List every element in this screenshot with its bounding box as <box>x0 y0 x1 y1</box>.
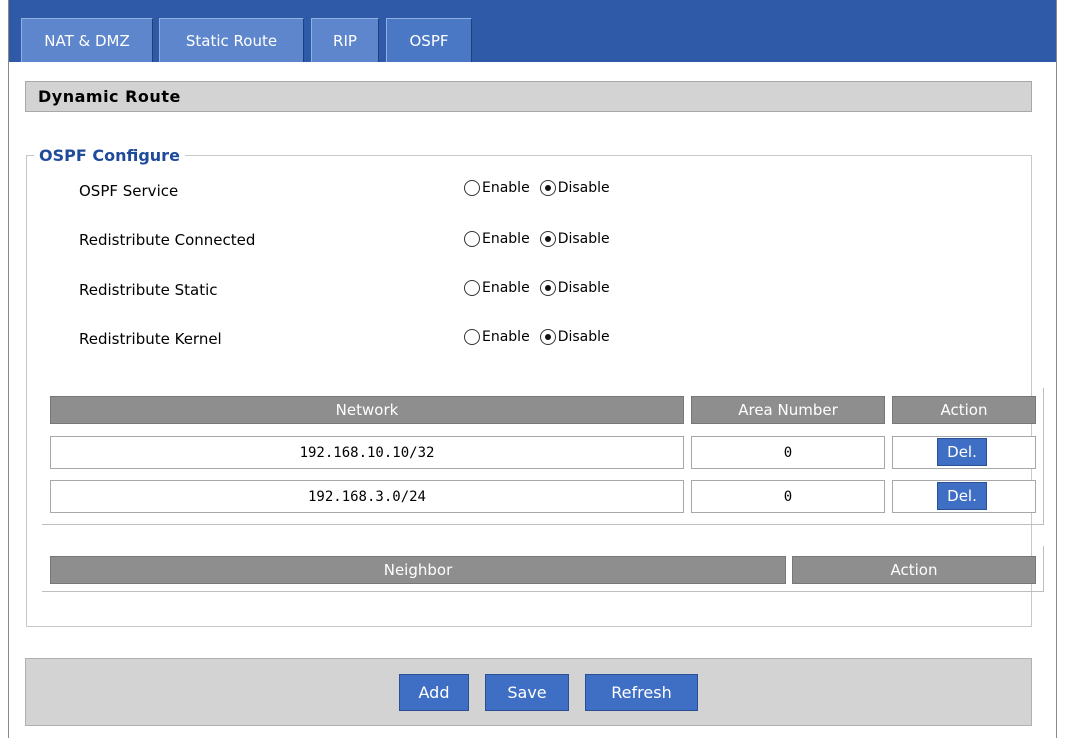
neighbor-header: Neighbor <box>50 556 786 584</box>
tab-static-route[interactable]: Static Route <box>159 18 304 62</box>
redistribute-kernel-enable-radio[interactable] <box>464 329 480 345</box>
redistribute-connected-radio-group: Enable Disable <box>464 231 610 247</box>
enable-label: Enable <box>482 231 530 247</box>
redistribute-connected-label: Redistribute Connected <box>79 231 256 249</box>
redistribute-connected-disable-radio[interactable] <box>539 231 556 247</box>
redistribute-connected-enable-radio[interactable] <box>464 231 480 247</box>
disable-label: Disable <box>557 180 610 196</box>
area-number-cell: 0 <box>691 480 885 513</box>
ospf-service-label: OSPF Service <box>79 182 179 200</box>
ospf-service-disable-radio[interactable] <box>539 180 556 196</box>
delete-button[interactable]: Del. <box>937 482 987 510</box>
section-title: Dynamic Route <box>25 81 1032 112</box>
add-button[interactable]: Add <box>399 674 469 711</box>
enable-label: Enable <box>482 329 530 345</box>
network-cell: 192.168.3.0/24 <box>50 480 684 513</box>
enable-label: Enable <box>482 280 530 296</box>
disable-label: Disable <box>557 329 610 345</box>
action-header: Action <box>892 396 1036 424</box>
redistribute-static-disable-radio[interactable] <box>539 280 556 296</box>
network-cell: 192.168.10.10/32 <box>50 436 684 469</box>
redistribute-kernel-radio-group: Enable Disable <box>464 329 610 345</box>
ospf-service-enable-radio[interactable] <box>464 180 480 196</box>
tab-ospf[interactable]: OSPF <box>386 18 472 62</box>
disable-label: Disable <box>557 231 610 247</box>
ospf-service-radio-group: Enable Disable <box>464 180 610 196</box>
network-header: Network <box>50 396 684 424</box>
save-button[interactable]: Save <box>485 674 569 711</box>
redistribute-static-radio-group: Enable Disable <box>464 280 610 296</box>
refresh-button[interactable]: Refresh <box>585 674 698 711</box>
area-number-cell: 0 <box>691 436 885 469</box>
fieldset-legend: OSPF Configure <box>34 146 185 165</box>
tab-nat-dmz[interactable]: NAT & DMZ <box>21 18 153 62</box>
disable-label: Disable <box>557 280 610 296</box>
delete-button[interactable]: Del. <box>937 438 987 466</box>
redistribute-static-enable-radio[interactable] <box>464 280 480 296</box>
tab-rip[interactable]: RIP <box>311 18 379 62</box>
redistribute-kernel-disable-radio[interactable] <box>539 329 556 345</box>
area-number-header: Area Number <box>691 396 885 424</box>
redistribute-static-label: Redistribute Static <box>79 281 218 299</box>
redistribute-kernel-label: Redistribute Kernel <box>79 330 222 348</box>
neighbor-action-header: Action <box>792 556 1036 584</box>
enable-label: Enable <box>482 180 530 196</box>
